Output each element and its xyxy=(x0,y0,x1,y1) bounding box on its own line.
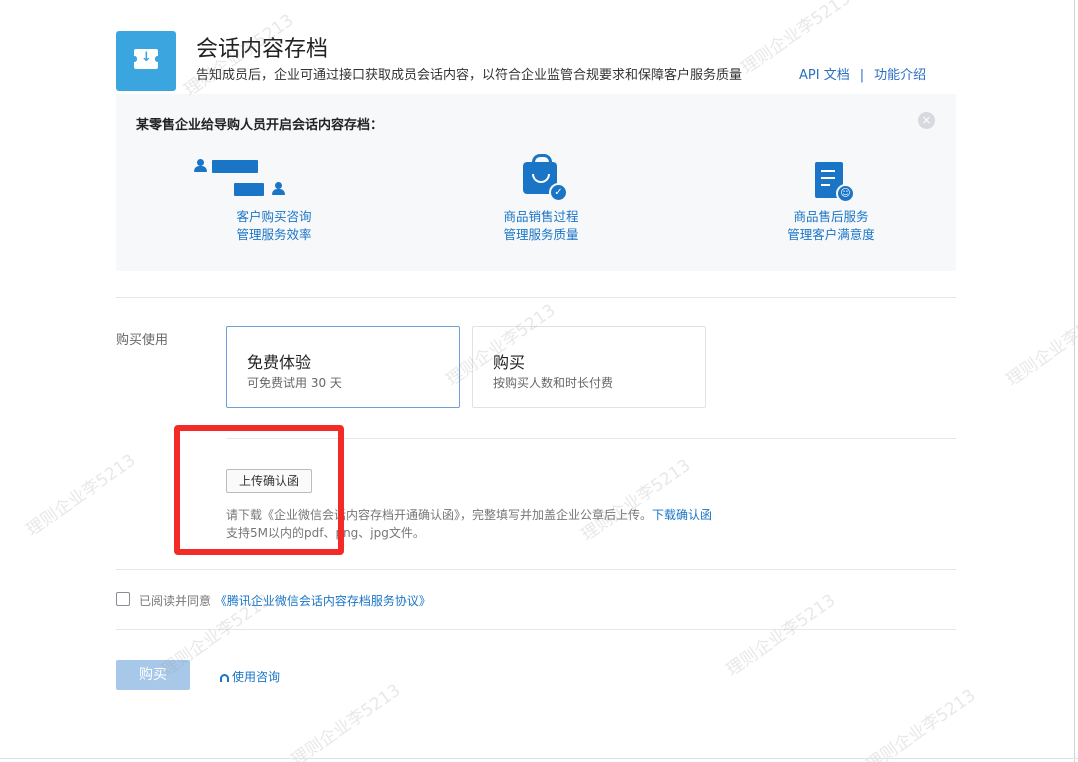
close-icon[interactable]: × xyxy=(918,112,935,129)
watermark: 理则企业李5213 xyxy=(22,450,140,541)
headset-icon xyxy=(220,674,229,682)
agreement-label: 已阅读并同意 xyxy=(139,594,212,608)
watermark: 理则企业李5213 xyxy=(577,455,695,546)
option-title: 购买 xyxy=(493,353,526,372)
divider xyxy=(116,569,956,570)
feature-sales-process: ✓ 商品销售过程 管理服务质量 xyxy=(421,152,661,244)
api-docs-link[interactable]: API 文档 xyxy=(799,68,850,83)
buy-button[interactable]: 购买 xyxy=(116,660,190,690)
archive-app-icon: ↓ xyxy=(116,31,176,91)
shopping-bag-icon: ✓ xyxy=(421,152,661,208)
free-trial-option[interactable]: 免费体验 可免费试用 30 天 xyxy=(226,326,460,408)
purchase-label: 购买使用 xyxy=(116,333,169,348)
consult-link[interactable]: 使用咨询 xyxy=(220,668,280,685)
service-agreement-link[interactable]: 《腾讯企业微信会话内容存档服务协议》 xyxy=(215,594,431,608)
link-separator: | xyxy=(859,68,865,83)
feature-line-2: 管理服务质量 xyxy=(503,227,579,242)
divider xyxy=(116,297,956,298)
feature-line-1: 商品销售过程 xyxy=(503,209,579,224)
option-subtitle: 按购买人数和时长付费 xyxy=(493,376,614,390)
page-title: 会话内容存档 xyxy=(196,37,329,62)
feature-after-sales: ☺ 商品售后服务 管理客户满意度 xyxy=(711,152,951,244)
watermark: 理则企业李5213 xyxy=(862,685,980,762)
feature-line-2: 管理客户满意度 xyxy=(787,227,875,242)
check-badge-icon: ✓ xyxy=(549,183,568,202)
feature-line-2: 管理服务效率 xyxy=(236,227,312,242)
chat-people-icon xyxy=(154,152,394,208)
page: ↓ 会话内容存档 告知成员后，企业可通过接口获取成员会话内容，以符合企业监管合规… xyxy=(0,0,1078,762)
feature-purchase-consult: 客户购买咨询 管理服务效率 xyxy=(154,152,394,244)
window-edge xyxy=(0,758,1078,759)
divider xyxy=(116,629,956,630)
document-smile-icon: ☺ xyxy=(711,152,951,208)
feature-line-1: 商品售后服务 xyxy=(793,209,869,224)
page-description: 告知成员后，企业可通过接口获取成员会话内容，以符合企业监管合规要求和保障客户服务… xyxy=(196,68,743,83)
watermark: 理则企业李5213 xyxy=(287,680,405,762)
highlight-annotation-box xyxy=(174,425,344,555)
intro-panel: 某零售企业给导购人员开启会话内容存档： × 客户购买咨询 管理服务效率 ✓ 商品… xyxy=(116,94,956,271)
agreement-text: 已阅读并同意 《腾讯企业微信会话内容存档服务协议》 xyxy=(139,592,431,609)
intro-title: 某零售企业给导购人员开启会话内容存档： xyxy=(136,118,384,133)
download-confirmation-link[interactable]: 下载确认函 xyxy=(652,508,712,522)
watermark: 理则企业李5213 xyxy=(722,590,840,681)
watermark: 理则企业李5213 xyxy=(1002,300,1078,391)
option-title: 免费体验 xyxy=(247,353,312,372)
feature-line-1: 客户购买咨询 xyxy=(236,209,312,224)
buy-option[interactable]: 购买 按购买人数和时长付费 xyxy=(472,326,706,408)
consult-label: 使用咨询 xyxy=(232,670,281,684)
smile-badge-icon: ☺ xyxy=(836,184,855,203)
agreement-checkbox[interactable] xyxy=(116,592,130,606)
feature-intro-link[interactable]: 功能介绍 xyxy=(874,68,926,83)
window-edge xyxy=(1074,0,1075,762)
option-subtitle: 可免费试用 30 天 xyxy=(247,376,342,390)
header-links: API 文档 | 功能介绍 xyxy=(799,64,926,83)
